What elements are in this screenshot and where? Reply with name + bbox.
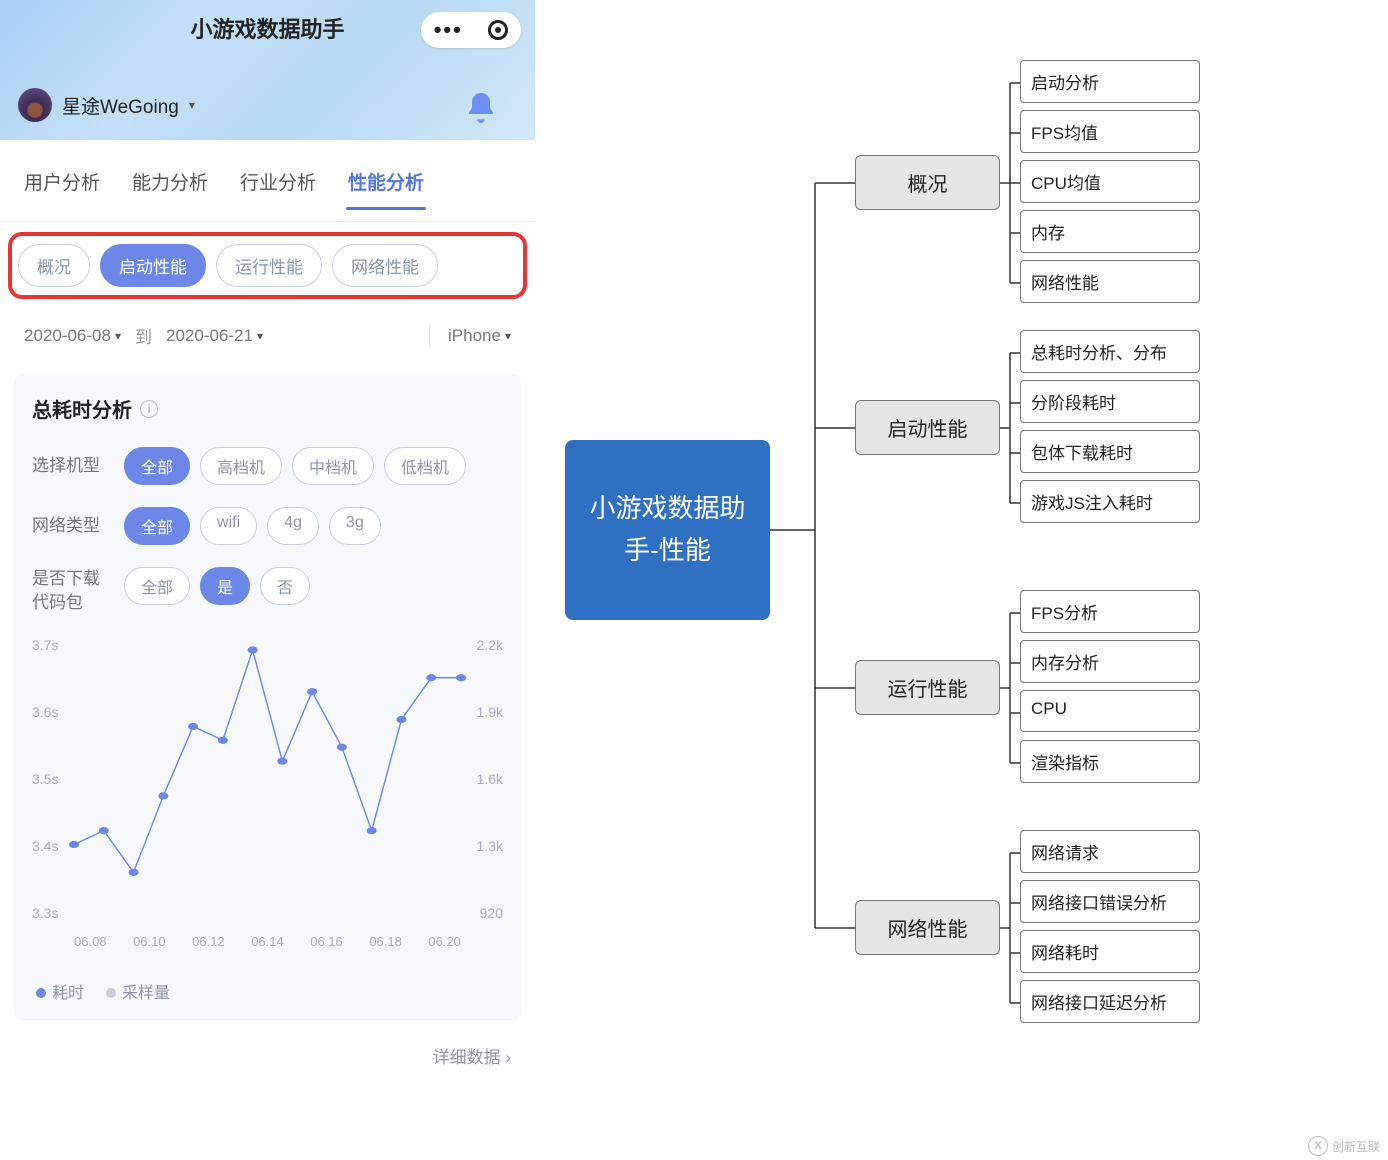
net-wifi[interactable]: wifi bbox=[200, 507, 257, 545]
diagram-leaf: 网络接口错误分析 bbox=[1020, 880, 1200, 923]
date-to-label: 到 bbox=[135, 323, 152, 348]
chevron-right-icon: › bbox=[505, 1048, 511, 1067]
model-high[interactable]: 高档机 bbox=[200, 447, 282, 485]
avatar bbox=[18, 88, 52, 122]
watermark-icon: X bbox=[1308, 1136, 1328, 1156]
perf-subtabs-highlight: 概况 启动性能 运行性能 网络性能 bbox=[8, 232, 527, 299]
subtab-network[interactable]: 网络性能 bbox=[332, 244, 438, 287]
filter-label-net: 网络类型 bbox=[32, 507, 110, 545]
chevron-down-icon: ▾ bbox=[257, 329, 263, 343]
diagram-root: 小游戏数据助手-性能 bbox=[565, 440, 770, 620]
subtab-overview[interactable]: 概况 bbox=[18, 244, 90, 287]
net-all[interactable]: 全部 bbox=[124, 507, 190, 545]
card-title: 总耗时分析 bbox=[32, 394, 132, 423]
diagram-leaf: 启动分析 bbox=[1020, 60, 1200, 103]
phone-header: 小游戏数据助手 ••• 星途WeGoing ▾ bbox=[0, 0, 535, 140]
diagram-leaf: CPU均值 bbox=[1020, 160, 1200, 203]
device-selector[interactable]: iPhone bbox=[448, 326, 501, 346]
diagram-leaf: 分阶段耗时 bbox=[1020, 380, 1200, 423]
info-icon[interactable]: i bbox=[140, 400, 158, 418]
diagram-leaf: 网络耗时 bbox=[1020, 930, 1200, 973]
diagram-leaf: 渲染指标 bbox=[1020, 740, 1200, 783]
chart-plot bbox=[74, 643, 461, 921]
pkg-yes[interactable]: 是 bbox=[200, 567, 250, 605]
chevron-down-icon: ▾ bbox=[505, 329, 511, 343]
diagram-branch: 运行性能 bbox=[855, 660, 1000, 715]
tab-industry[interactable]: 行业分析 bbox=[240, 168, 316, 209]
pkg-no[interactable]: 否 bbox=[260, 567, 310, 605]
xaxis: 06.08 06.10 06.12 06.14 06.16 06.18 06.2… bbox=[74, 934, 461, 949]
tab-ability[interactable]: 能力分析 bbox=[132, 168, 208, 209]
analysis-tabs: 用户分析 能力分析 行业分析 性能分析 bbox=[0, 140, 535, 222]
tab-user[interactable]: 用户分析 bbox=[24, 168, 100, 209]
yaxis-left: 3.7s 3.6s 3.5s 3.4s 3.3s bbox=[32, 637, 72, 921]
detail-data-link[interactable]: 详细数据 › bbox=[0, 1033, 535, 1068]
diagram-branch: 概况 bbox=[855, 155, 1000, 210]
game-selector[interactable]: 星途WeGoing ▾ bbox=[18, 88, 195, 122]
mindmap-diagram: 小游戏数据助手-性能 启动分析 FPS均值 CPU均值内存网络性能 概况总耗时分析、分… bbox=[565, 0, 1388, 1160]
watermark: X 创新互联 bbox=[1308, 1136, 1380, 1156]
date-start[interactable]: 2020-06-08 bbox=[24, 326, 111, 346]
diagram-leaf: CPU bbox=[1020, 690, 1200, 732]
chart-legend: 耗时 采样量 bbox=[32, 957, 503, 1007]
phone-screenshot: 小游戏数据助手 ••• 星途WeGoing ▾ 用户分析 能力分析 行业分析 性… bbox=[0, 0, 535, 1160]
diagram-leaf: FPS分析 bbox=[1020, 590, 1200, 633]
date-filter-row: 2020-06-08 ▾ 到 2020-06-21 ▾ iPhone ▾ bbox=[0, 309, 535, 362]
close-icon[interactable] bbox=[488, 20, 508, 40]
diagram-branch: 网络性能 bbox=[855, 900, 1000, 955]
diagram-leaf: 网络接口延迟分析 bbox=[1020, 980, 1200, 1023]
chevron-down-icon: ▾ bbox=[115, 329, 121, 343]
pkg-all[interactable]: 全部 bbox=[124, 567, 190, 605]
diagram-leaf: 网络性能 bbox=[1020, 260, 1200, 303]
diagram-leaf: 内存分析 bbox=[1020, 640, 1200, 683]
tab-performance[interactable]: 性能分析 bbox=[348, 168, 424, 209]
diagram-leaf: 内存 bbox=[1020, 210, 1200, 253]
diagram-branch: 启动性能 bbox=[855, 400, 1000, 455]
subtab-runtime[interactable]: 运行性能 bbox=[216, 244, 322, 287]
model-mid[interactable]: 中档机 bbox=[292, 447, 374, 485]
filter-label-pkg: 是否下载代码包 bbox=[32, 567, 110, 615]
game-name: 星途WeGoing bbox=[62, 92, 179, 119]
model-low[interactable]: 低档机 bbox=[384, 447, 466, 485]
chevron-down-icon: ▾ bbox=[189, 98, 195, 112]
diagram-leaf: 网络请求 bbox=[1020, 830, 1200, 873]
net-3g[interactable]: 3g bbox=[329, 507, 381, 545]
subtab-startup[interactable]: 启动性能 bbox=[100, 244, 206, 287]
analysis-card: 总耗时分析 i 选择机型 全部 高档机 中档机 低档机 网络类型 全部 wifi… bbox=[14, 374, 521, 1021]
date-end[interactable]: 2020-06-21 bbox=[166, 326, 253, 346]
filter-label-model: 选择机型 bbox=[32, 447, 110, 485]
miniapp-capsule[interactable]: ••• bbox=[421, 12, 521, 48]
bell-icon[interactable] bbox=[463, 90, 499, 126]
diagram-leaf: 总耗时分析、分布 bbox=[1020, 330, 1200, 373]
diagram-leaf: 包体下载耗时 bbox=[1020, 430, 1200, 473]
diagram-leaf: 游戏JS注入耗时 bbox=[1020, 480, 1200, 523]
yaxis-right: 2.2k 1.9k 1.6k 1.3k 920 bbox=[463, 637, 503, 921]
more-icon[interactable]: ••• bbox=[434, 17, 463, 43]
diagram-leaf: FPS均值 bbox=[1020, 110, 1200, 153]
model-all[interactable]: 全部 bbox=[124, 447, 190, 485]
line-chart: 3.7s 3.6s 3.5s 3.4s 3.3s 2.2k 1.9k 1.6k … bbox=[32, 637, 503, 957]
net-4g[interactable]: 4g bbox=[267, 507, 319, 545]
